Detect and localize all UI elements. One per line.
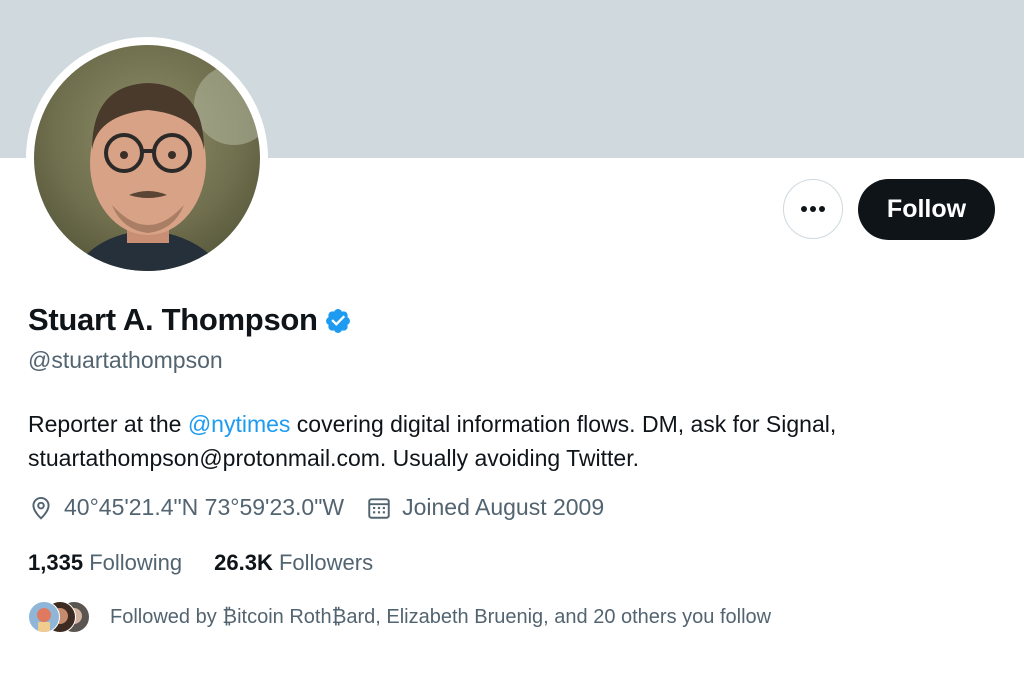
more-options-button[interactable] xyxy=(783,179,843,239)
bio-text-start: Reporter at the xyxy=(28,411,188,437)
joined-text: Joined August 2009 xyxy=(402,494,605,520)
profile-handle: @stuartathompson xyxy=(28,347,223,373)
calendar-icon xyxy=(368,497,390,519)
profile-bio: Reporter at the @nytimes covering digita… xyxy=(28,407,988,475)
followed-by-row[interactable]: Followed by ₿itcoin Roth₿ard, Elizabeth … xyxy=(28,601,771,633)
bio-mention-link[interactable]: @nytimes xyxy=(188,411,291,437)
location-text: 40°45'21.4"N 73°59'23.0"W xyxy=(64,494,345,520)
avatar-photo[interactable] xyxy=(34,45,260,271)
followers-count: 26.3K xyxy=(214,550,273,575)
more-horizontal-icon xyxy=(801,206,825,212)
following-link[interactable]: 1,335 Following xyxy=(28,550,182,576)
followed-by-avatars xyxy=(28,601,92,633)
location-pin-icon xyxy=(32,496,50,520)
location-item: 40°45'21.4"N 73°59'23.0"W xyxy=(28,494,344,521)
joined-item: Joined August 2009 xyxy=(366,494,604,521)
verified-badge-icon[interactable] xyxy=(324,307,352,335)
followers-link[interactable]: 26.3K Followers xyxy=(214,550,373,576)
profile-meta: 40°45'21.4"N 73°59'23.0"W Joined August … xyxy=(28,494,604,521)
profile-stats: 1,335 Following 26.3K Followers xyxy=(28,550,373,576)
follow-button[interactable]: Follow xyxy=(858,179,995,240)
following-count: 1,335 xyxy=(28,550,84,575)
mini-avatar xyxy=(28,601,60,633)
followers-label: Followers xyxy=(278,550,374,575)
profile-name-row: Stuart A. Thompson xyxy=(28,302,352,338)
profile-name: Stuart A. Thompson xyxy=(28,302,318,337)
followed-by-text: Followed by ₿itcoin Roth₿ard, Elizabeth … xyxy=(110,605,772,628)
profile-avatar[interactable] xyxy=(26,37,268,279)
following-label: Following xyxy=(89,550,183,575)
